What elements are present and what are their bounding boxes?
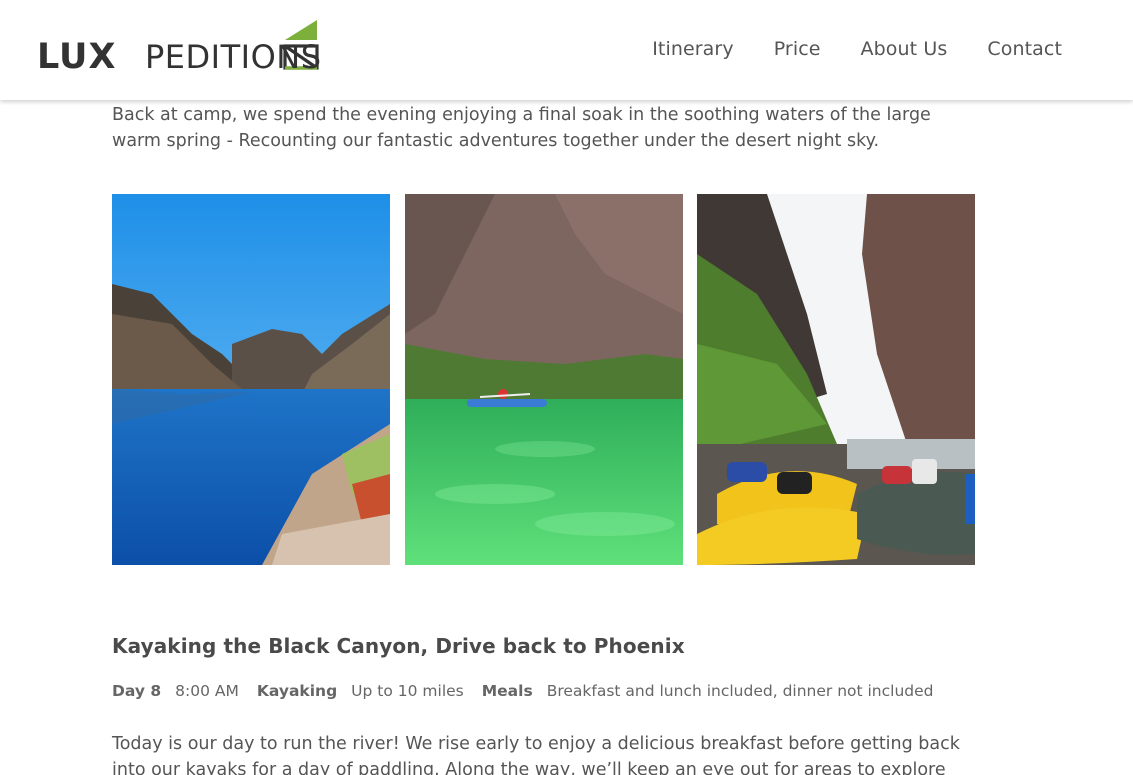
activity-value: Up to 10 miles (351, 682, 464, 700)
logo-text-light: PEDITIONS (145, 38, 322, 74)
main-nav: Itinerary Price About Us Contact (612, 38, 1062, 60)
meals-label: Meals (481, 682, 533, 700)
logo-text-bold: LUX (37, 37, 116, 74)
logo-graphic: LUX PEDITIONS (37, 20, 322, 74)
nav-price-link[interactable]: Price (774, 38, 821, 60)
luxpeditions-logo[interactable]: LUX PEDITIONS (37, 18, 347, 74)
photo-gallery (112, 194, 975, 565)
day-meta: Day 8 8:00 AM Kayaking Up to 10 miles Me… (112, 682, 975, 700)
day-description: Today is our day to run the river! We ri… (112, 734, 960, 775)
day-title: Kayaking the Black Canyon, Drive back to… (112, 634, 685, 658)
gallery-photo-kayaks-shore[interactable] (697, 194, 975, 565)
itinerary-content: Back at camp, we spend the evening enjoy… (112, 101, 975, 775)
gallery-photo-kayak-green-water[interactable] (404, 194, 683, 565)
gallery-photo-river-canyon[interactable] (112, 194, 390, 565)
nav-contact-link[interactable]: Contact (987, 38, 1062, 60)
nav-itinerary-link[interactable]: Itinerary (652, 38, 733, 60)
day-label: Day 8 (112, 682, 162, 700)
day-time: 8:00 AM (175, 682, 239, 700)
intro-paragraph: Back at camp, we spend the evening enjoy… (112, 105, 931, 151)
activity-label: Kayaking (256, 682, 338, 700)
meals-value: Breakfast and lunch included, dinner not… (546, 682, 934, 700)
site-header: LUX PEDITIONS Itinerary Price About Us C… (0, 0, 1133, 100)
nav-about-us-link[interactable]: About Us (861, 38, 948, 60)
